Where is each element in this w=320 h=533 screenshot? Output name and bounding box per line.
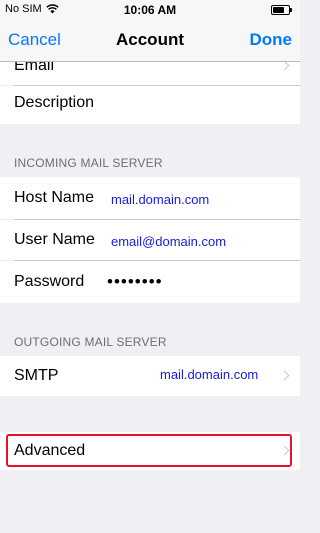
password-value[interactable]: •••••••• [107, 272, 163, 292]
chevron-right-icon [279, 370, 290, 381]
host-name-value[interactable]: mail.domain.com [111, 192, 209, 207]
status-time: 10:06 AM [123, 3, 177, 17]
host-name-label: Host Name [14, 189, 95, 206]
password-label: Password [14, 273, 85, 290]
chevron-right-icon [279, 60, 290, 71]
highlight-box [6, 434, 292, 467]
user-name-value[interactable]: email@domain.com [111, 234, 226, 249]
password-row[interactable]: Password •••••••• [0, 261, 300, 303]
smtp-label: SMTP [14, 367, 59, 384]
done-button[interactable]: Done [250, 30, 293, 50]
user-name-label: User Name [14, 231, 95, 248]
description-label: Description [14, 94, 95, 111]
smtp-row[interactable]: SMTP mail.domain.com [0, 356, 300, 396]
battery-icon [271, 5, 292, 15]
navigation-bar: Cancel Account Done [0, 20, 300, 62]
description-row[interactable]: Description [0, 86, 300, 124]
status-bar: No SIM 10:06 AM [0, 0, 300, 20]
outgoing-section-header: OUTGOING MAIL SERVER [14, 335, 167, 349]
incoming-section-header: INCOMING MAIL SERVER [14, 156, 163, 170]
smtp-value: mail.domain.com [160, 367, 259, 382]
host-name-row[interactable]: Host Name mail.domain.com [0, 177, 300, 219]
user-name-row[interactable]: User Name email@domain.com [0, 220, 300, 260]
